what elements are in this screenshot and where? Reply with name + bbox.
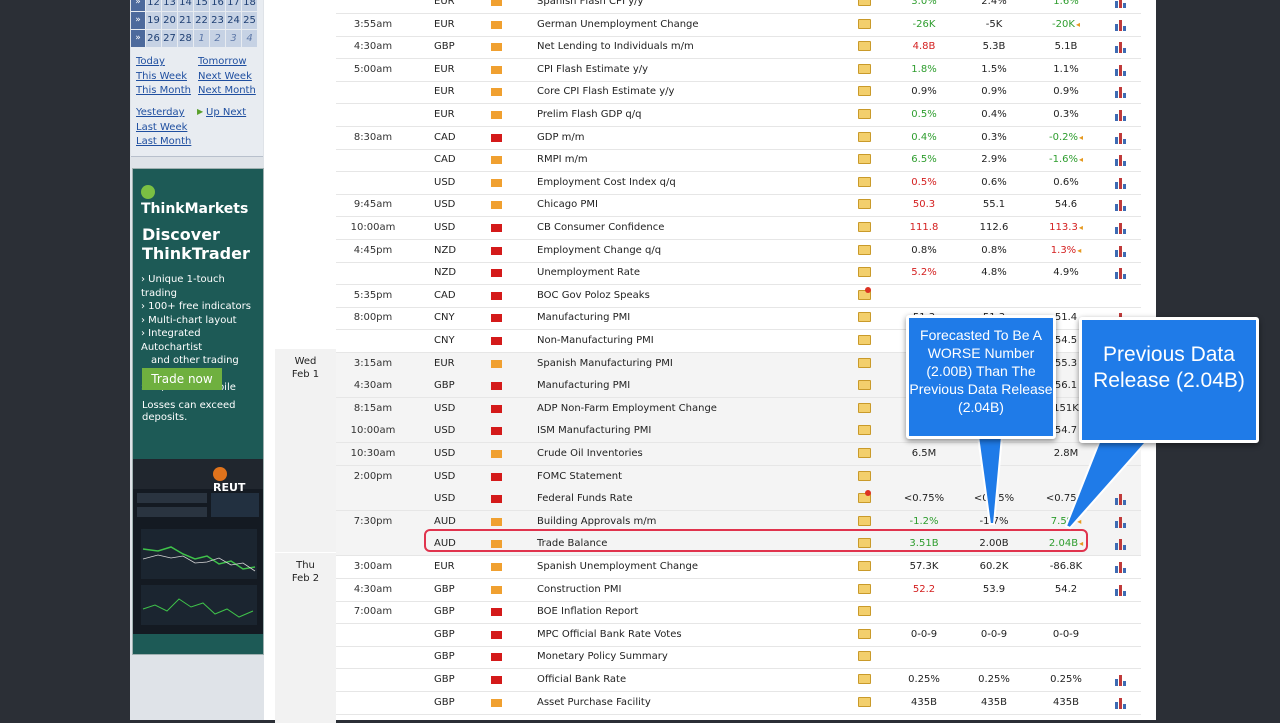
callout-forecast: Forecasted To Be A WORSE Number (2.00B) … <box>906 315 1056 439</box>
callout-previous: Previous Data Release (2.04B) <box>1079 317 1259 443</box>
